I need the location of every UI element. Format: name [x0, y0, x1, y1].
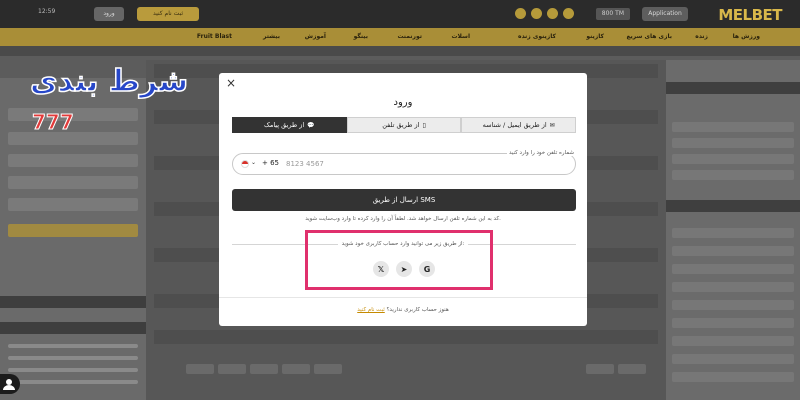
- melbet-logo[interactable]: MELBET: [718, 6, 782, 24]
- badge-number: 777: [32, 110, 77, 135]
- list-item[interactable]: [672, 170, 794, 180]
- register-link[interactable]: ثبت نام کنید: [357, 307, 385, 313]
- telegram-icon[interactable]: [563, 8, 574, 19]
- nav-item-slots[interactable]: اسلات: [451, 33, 470, 40]
- list-item[interactable]: [672, 122, 794, 132]
- login-method-tabs: ✉ از طریق ایمیل / شناسه ▯ از طریق تلفن 💬…: [231, 117, 576, 133]
- clock: 12:59: [38, 8, 56, 15]
- odds-cell[interactable]: [314, 364, 342, 374]
- balance-badge: 800 TM: [595, 8, 630, 20]
- phone-field-label: شماره تلفن خود را وارد کنید: [506, 150, 576, 156]
- list-item[interactable]: [672, 372, 794, 382]
- nav-item-bingo[interactable]: بینگو: [354, 33, 368, 40]
- odds-cell[interactable]: [282, 364, 310, 374]
- list-item[interactable]: [672, 354, 794, 364]
- singapore-flag-icon[interactable]: [241, 160, 249, 168]
- send-sms-button[interactable]: ارسال از طریق SMS: [232, 189, 576, 211]
- register-button[interactable]: ثبت نام کنید: [137, 7, 199, 21]
- bonus-select[interactable]: [8, 176, 138, 189]
- phone-field[interactable]: ⌄ + 65: [232, 153, 576, 175]
- panel-text: [8, 356, 138, 360]
- nav-item-education[interactable]: آموزش: [305, 33, 326, 40]
- application-button[interactable]: Application: [642, 7, 688, 21]
- tab-phone[interactable]: ▯ از طریق تلفن: [346, 117, 462, 133]
- highlight-box: [305, 230, 493, 290]
- tab-sms-label: از طریق پیامک: [264, 121, 305, 129]
- nav-item-sports[interactable]: ورزش ها: [733, 33, 760, 40]
- phone-icon: ▯: [422, 121, 426, 129]
- panel-text: [8, 344, 138, 348]
- badge-text: شرط بندی: [29, 63, 191, 100]
- envelope-icon: ✉: [549, 121, 555, 129]
- register-prompt-text: هنوز حساب کاربری ندارید؟: [386, 307, 449, 313]
- list-item[interactable]: [672, 300, 794, 310]
- sports-sidebar: [666, 60, 800, 400]
- list-item[interactable]: [672, 154, 794, 164]
- list-item[interactable]: [672, 246, 794, 256]
- register-prompt: هنوز حساب کاربری ندارید؟ ثبت نام کنید: [219, 307, 587, 313]
- list-item[interactable]: [672, 318, 794, 328]
- list-item[interactable]: [672, 138, 794, 148]
- panel-tabs[interactable]: [0, 322, 146, 334]
- panel-header: [0, 296, 146, 308]
- odds-cell[interactable]: [618, 364, 646, 374]
- main-nav: ورزش ها زنده بازی های سریع کازینو کازینو…: [0, 28, 800, 46]
- odds-cell[interactable]: [218, 364, 246, 374]
- top-bar: MELBET Application 800 TM ثبت نام کنید و…: [0, 0, 800, 28]
- nav-item-tournament[interactable]: تورنمنت: [397, 33, 422, 40]
- panel-text: [8, 380, 138, 384]
- user-icon[interactable]: [0, 374, 20, 394]
- nav-item-more[interactable]: بیشتر: [263, 33, 280, 40]
- sidebar-header: [666, 82, 800, 94]
- list-item[interactable]: [672, 264, 794, 274]
- panel-text: [8, 368, 138, 372]
- sms-note: کد به این شماره تلفن ارسال خواهد شد. لطف…: [305, 216, 501, 222]
- nav-item-fast-games[interactable]: بازی های سریع: [626, 33, 672, 40]
- site-watermark-logo: شرط بندی 777: [29, 62, 202, 134]
- tab-email[interactable]: ✉ از طریق ایمیل / شناسه: [461, 117, 576, 133]
- tab-email-label: از طریق ایمیل / شناسه: [482, 121, 547, 129]
- odds-cell[interactable]: [586, 364, 614, 374]
- country-code: + 65: [262, 159, 279, 167]
- chevron-down-icon[interactable]: ⌄: [251, 159, 256, 166]
- list-item[interactable]: [672, 282, 794, 292]
- footer-divider: [219, 297, 587, 298]
- sub-nav: [0, 46, 800, 56]
- login-button[interactable]: ورود: [94, 7, 124, 21]
- odds-cell[interactable]: [250, 364, 278, 374]
- x-icon[interactable]: [547, 8, 558, 19]
- nav-item-casino[interactable]: کازینو: [586, 33, 604, 40]
- close-icon[interactable]: ×: [225, 77, 237, 89]
- register-panel-button[interactable]: [8, 224, 138, 237]
- table-row: [154, 330, 658, 344]
- nav-item-live-casino[interactable]: کازینوی زنده: [518, 33, 556, 40]
- close-circle-icon[interactable]: [531, 8, 542, 19]
- promo-field[interactable]: [8, 198, 138, 211]
- sidebar-tabs[interactable]: [666, 200, 800, 212]
- info-icon[interactable]: [515, 8, 526, 19]
- nav-item-live[interactable]: زنده: [695, 33, 708, 40]
- currency-select[interactable]: [8, 154, 138, 167]
- list-item[interactable]: [672, 228, 794, 238]
- list-item[interactable]: [672, 336, 794, 346]
- tab-sms[interactable]: 💬 از طریق پیامک: [231, 117, 347, 133]
- nav-item-fruit-blast[interactable]: Fruit Blast: [197, 33, 232, 40]
- chat-icon: 💬: [307, 121, 315, 129]
- tab-phone-label: از طریق تلفن: [382, 121, 420, 129]
- phone-input[interactable]: [286, 158, 486, 170]
- modal-title: ورود: [393, 97, 413, 108]
- odds-cell[interactable]: [186, 364, 214, 374]
